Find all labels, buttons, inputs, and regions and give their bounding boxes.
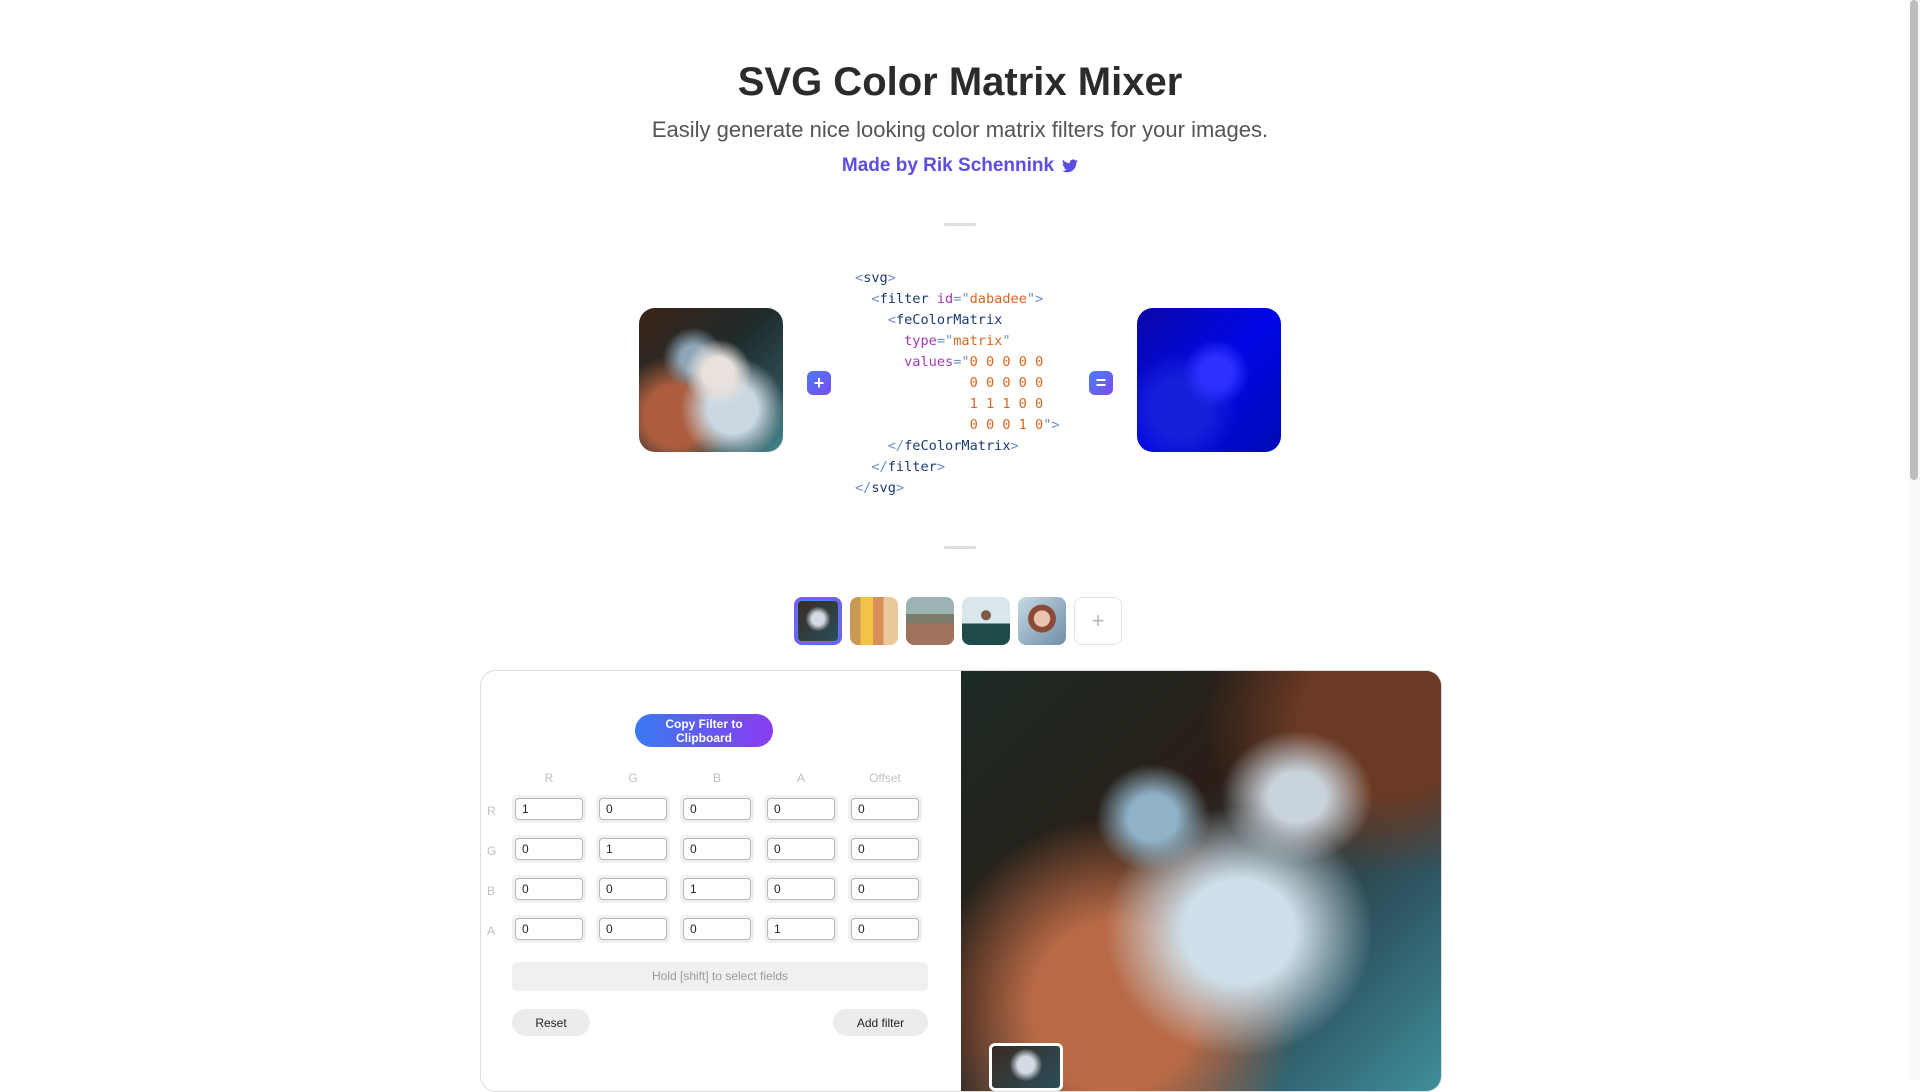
matrix-cell bbox=[848, 795, 922, 823]
row-header-a: A bbox=[487, 924, 496, 938]
matrix-cell bbox=[680, 835, 754, 863]
matrix-input-b-b[interactable] bbox=[683, 878, 751, 900]
matrix-cell bbox=[596, 875, 670, 903]
matrix-cell bbox=[680, 795, 754, 823]
matrix-cell bbox=[764, 795, 838, 823]
add-image-button[interactable]: + bbox=[1074, 597, 1122, 645]
matrix-input-r-a[interactable] bbox=[767, 798, 835, 820]
filtered-image-preview bbox=[1137, 308, 1281, 452]
matrix-cell bbox=[512, 915, 586, 943]
page-subtitle: Easily generate nice looking color matri… bbox=[651, 117, 1269, 142]
row-header-g: G bbox=[487, 844, 497, 858]
row-header-b: B bbox=[487, 884, 496, 898]
matrix-input-g-a[interactable] bbox=[767, 838, 835, 860]
shift-select-hint: Hold [shift] to select fields bbox=[512, 962, 928, 991]
page-title: SVG Color Matrix Mixer bbox=[737, 60, 1183, 104]
matrix-editor: Copy Filter to Clipboard R G B A Offset … bbox=[481, 671, 961, 1091]
matrix-input-a-r[interactable] bbox=[515, 918, 583, 940]
image-preview bbox=[961, 671, 1441, 1091]
matrix-cell bbox=[512, 795, 586, 823]
matrix-input-g-r[interactable] bbox=[515, 838, 583, 860]
equals-icon: = bbox=[1089, 371, 1113, 395]
copy-filter-button[interactable]: Copy Filter to Clipboard bbox=[635, 714, 773, 747]
matrix-cell bbox=[848, 835, 922, 863]
matrix-input-a-b[interactable] bbox=[683, 918, 751, 940]
matrix-input-b-g[interactable] bbox=[599, 878, 667, 900]
original-image-preview bbox=[639, 308, 783, 452]
editor-panel: Copy Filter to Clipboard R G B A Offset … bbox=[480, 670, 1442, 1092]
column-header-b: B bbox=[712, 771, 721, 785]
matrix-input-b-a[interactable] bbox=[767, 878, 835, 900]
matrix-input-b-offset[interactable] bbox=[851, 878, 919, 900]
column-header-a: A bbox=[796, 771, 805, 785]
matrix-input-g-offset[interactable] bbox=[851, 838, 919, 860]
matrix-input-r-offset[interactable] bbox=[851, 798, 919, 820]
plus-icon: + bbox=[807, 371, 831, 395]
thumbnail-desert-road[interactable] bbox=[906, 597, 954, 645]
matrix-cell bbox=[680, 875, 754, 903]
author-link[interactable]: Made by Rik Schennink bbox=[841, 155, 1079, 177]
thumbnail-man-in-green[interactable] bbox=[962, 597, 1010, 645]
column-header-g: G bbox=[628, 771, 638, 785]
matrix-input-r-r[interactable] bbox=[515, 798, 583, 820]
section-divider bbox=[944, 546, 976, 549]
thumbnail-yellow-buildings[interactable] bbox=[850, 597, 898, 645]
matrix-cell bbox=[848, 875, 922, 903]
matrix-input-b-r[interactable] bbox=[515, 878, 583, 900]
twitter-icon bbox=[1062, 159, 1079, 173]
matrix-cell bbox=[512, 835, 586, 863]
matrix-cell bbox=[764, 915, 838, 943]
author-credit: Made by Rik Schennink bbox=[0, 155, 1920, 177]
matrix-cell bbox=[596, 795, 670, 823]
column-header-offset: Offset bbox=[869, 771, 901, 785]
matrix-input-a-offset[interactable] bbox=[851, 918, 919, 940]
section-divider bbox=[944, 223, 976, 226]
matrix-cell bbox=[764, 875, 838, 903]
matrix-cell bbox=[596, 915, 670, 943]
matrix-input-g-b[interactable] bbox=[683, 838, 751, 860]
thumbnail-woman-portrait[interactable] bbox=[1018, 597, 1066, 645]
matrix-input-r-g[interactable] bbox=[599, 798, 667, 820]
matrix-cell bbox=[512, 875, 586, 903]
column-header-r: R bbox=[544, 771, 554, 785]
matrix-cell bbox=[764, 835, 838, 863]
add-filter-button[interactable]: Add filter bbox=[833, 1009, 928, 1036]
filter-code-snippet: <svg> <filter id="dabadee"> <feColorMatr… bbox=[855, 270, 1060, 496]
row-header-r: R bbox=[487, 804, 496, 818]
matrix-cell bbox=[848, 915, 922, 943]
author-name: Made by Rik Schennink bbox=[841, 155, 1055, 176]
matrix-cell bbox=[680, 915, 754, 943]
matrix-input-a-g[interactable] bbox=[599, 918, 667, 940]
matrix-input-a-a[interactable] bbox=[767, 918, 835, 940]
matrix-cell bbox=[596, 835, 670, 863]
reset-button[interactable]: Reset bbox=[512, 1009, 590, 1036]
thumbnail-cat[interactable] bbox=[794, 597, 842, 645]
matrix-input-g-g[interactable] bbox=[599, 838, 667, 860]
compare-thumbnail[interactable] bbox=[989, 1043, 1063, 1091]
matrix-input-r-b[interactable] bbox=[683, 798, 751, 820]
image-picker: + bbox=[794, 597, 1122, 645]
